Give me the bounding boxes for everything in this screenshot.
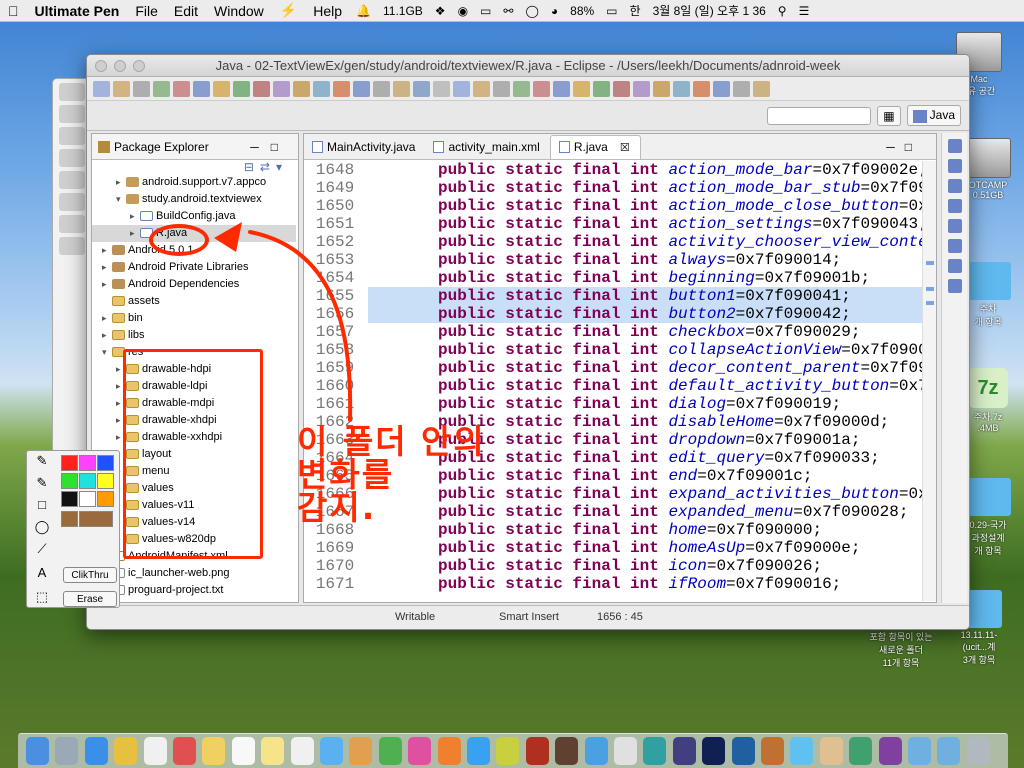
pen-palette: ✎ ✎ □ ◯ ⟋ A ⬚ ClikThru Erase [26, 450, 120, 608]
color-swatch[interactable] [97, 473, 114, 489]
color-swatch[interactable] [61, 491, 78, 507]
dock-app-eclipse-icon[interactable] [672, 737, 696, 765]
dock-app-stickies-icon[interactable] [261, 737, 285, 765]
clickthru-button[interactable]: ClikThru [63, 567, 117, 583]
dock-app-chrome-icon[interactable] [114, 737, 138, 765]
ellipse-icon[interactable]: ◯ [31, 517, 53, 537]
dock-app-pear-icon[interactable] [496, 737, 520, 765]
rect-icon[interactable]: □ [31, 495, 53, 515]
dock-app-sublime-icon[interactable] [555, 737, 579, 765]
annotation-arrow [214, 222, 353, 422]
dock-app-filezilla-icon[interactable] [525, 737, 549, 765]
dock-app-burn-icon[interactable] [614, 737, 637, 765]
color-swatch[interactable] [97, 455, 114, 471]
text-icon[interactable]: A [31, 563, 53, 583]
color-swatch[interactable] [79, 473, 96, 489]
annotation-line: 변화를 [297, 455, 395, 494]
dock-app-appstore-icon[interactable] [467, 737, 490, 765]
color-swatch[interactable] [61, 511, 78, 527]
color-swatch[interactable] [61, 473, 78, 489]
dock-app-numbers-icon[interactable] [378, 737, 402, 765]
dock-app-photos-icon[interactable] [349, 737, 373, 765]
line-icon[interactable]: ⟋ [31, 539, 53, 559]
highlighter-icon[interactable]: ✎ [31, 473, 53, 493]
dock-app-calendar-icon[interactable] [143, 737, 167, 765]
dock-app-photoshop-icon[interactable] [702, 737, 726, 765]
dock-app-sourcetree-icon[interactable] [731, 737, 755, 765]
dock-app-mindnode-icon[interactable] [643, 737, 667, 765]
dock [18, 733, 1008, 768]
annotation-text: 이 폴더 안의 변화를 감지. [297, 425, 527, 524]
annotation-line: 이 폴더 안의 [297, 422, 486, 461]
dock-app-launchpad-icon[interactable] [55, 737, 79, 765]
dock-app-trash-icon[interactable] [966, 737, 990, 765]
dock-app-box-icon[interactable] [761, 737, 784, 765]
dock-app-notes-icon[interactable] [202, 737, 226, 765]
dock-app-safari-icon[interactable] [84, 737, 108, 765]
dock-app-cup-icon[interactable] [819, 737, 843, 765]
color-swatch[interactable] [79, 511, 113, 527]
color-swatch[interactable] [61, 455, 78, 471]
color-swatch[interactable] [79, 455, 96, 471]
dock-app-itunes-icon[interactable] [408, 737, 432, 765]
select-icon[interactable]: ⬚ [31, 587, 53, 607]
dock-app-app-icon[interactable] [878, 737, 902, 765]
dock-app-folder-icon[interactable] [908, 737, 931, 765]
dock-app-folder-icon[interactable] [937, 737, 961, 765]
dock-app-check-icon[interactable] [790, 737, 814, 765]
pencil-icon[interactable]: ✎ [31, 451, 53, 471]
dock-app-finder-icon[interactable] [26, 737, 49, 765]
color-swatch[interactable] [79, 491, 96, 507]
annotation-line: 감지. [297, 488, 377, 527]
dock-app-clock-icon[interactable] [231, 737, 255, 765]
erase-button[interactable]: Erase [63, 591, 117, 607]
dock-app-coda-icon[interactable] [849, 737, 873, 765]
dock-app-reminders-icon[interactable] [173, 737, 196, 765]
color-swatch[interactable] [97, 491, 114, 507]
dock-app-ibooks-icon[interactable] [437, 737, 461, 765]
dock-app-preview-icon[interactable] [584, 737, 608, 765]
dock-app-messages-icon[interactable] [320, 737, 343, 765]
dock-app-textedit-icon[interactable] [290, 737, 314, 765]
